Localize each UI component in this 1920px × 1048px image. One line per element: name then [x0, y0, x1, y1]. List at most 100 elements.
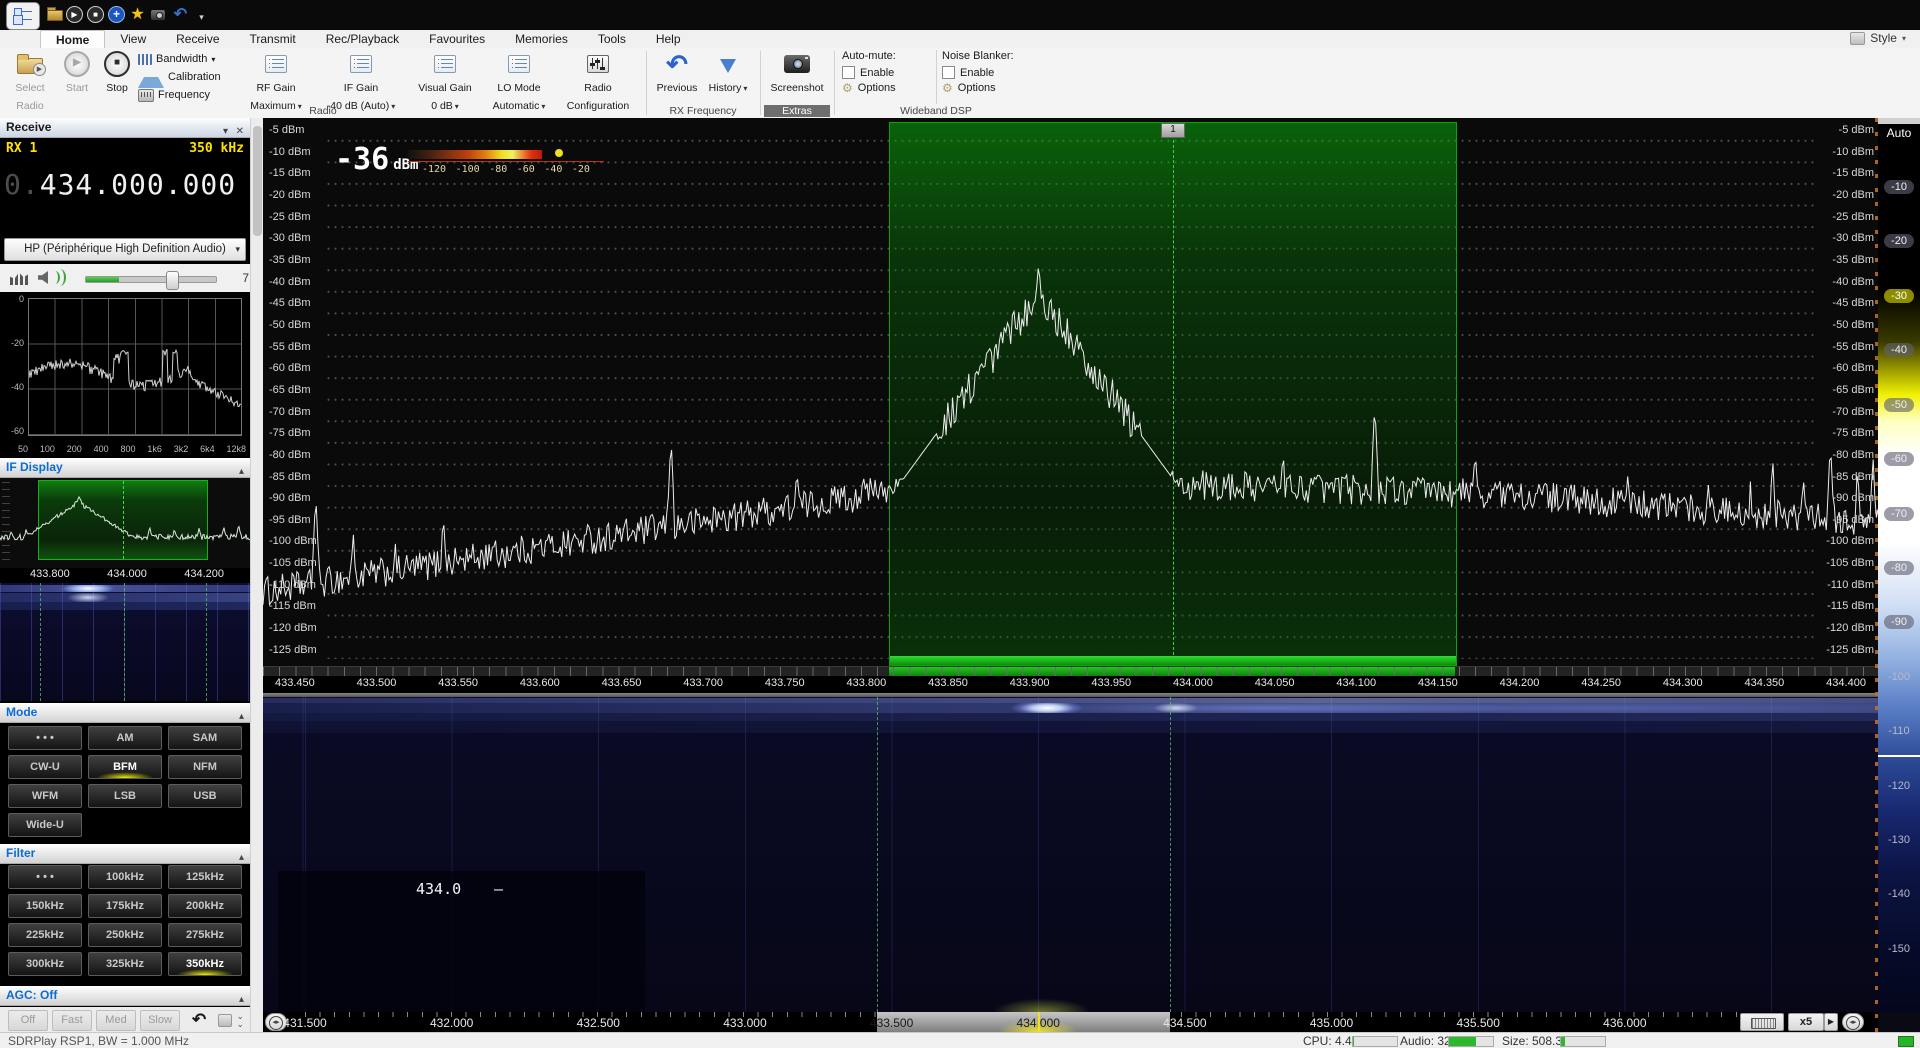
filter-button[interactable]: • • • [8, 865, 82, 889]
scrollbar-thumb[interactable] [253, 126, 262, 236]
left-panel-scrollbar[interactable] [250, 118, 263, 1032]
scale-label[interactable]: -40 [1884, 343, 1914, 357]
agc-button[interactable]: Slow [140, 1010, 180, 1031]
mode-button[interactable]: • • • [8, 726, 82, 750]
menu-tab[interactable]: Tools [583, 30, 641, 48]
auto-mute-options-button[interactable]: ⚙Options [842, 82, 932, 94]
if-waterfall[interactable] [0, 583, 250, 701]
filter-button[interactable]: 300kHz [8, 952, 82, 976]
scale-label[interactable]: -140 [1884, 887, 1914, 901]
scale-label[interactable]: -60 [1884, 452, 1914, 466]
screenshot-button[interactable]: Screenshot [766, 50, 828, 102]
zoom-level-button[interactable]: x5 [1788, 1013, 1824, 1031]
style-selector[interactable]: Style ▾ [1850, 31, 1906, 45]
undo-icon[interactable]: ↶ [172, 6, 189, 23]
scale-label[interactable]: -120 [1884, 779, 1914, 793]
agc-button[interactable]: Med [96, 1010, 136, 1031]
mode-button[interactable]: AM [88, 726, 162, 750]
auto-mute-enable-checkbox[interactable]: Enable [842, 66, 932, 79]
main-spectrum[interactable]: 1 -5 dBm-10 dBm-15 dBm-20 dBm-25 dBm-30 … [263, 118, 1878, 666]
filter-button[interactable]: 200kHz [168, 894, 242, 918]
menu-tab[interactable]: Rec/Playback [311, 30, 414, 48]
volume-slider-thumb[interactable] [166, 271, 179, 290]
filter-button[interactable]: 275kHz [168, 923, 242, 947]
stop-button[interactable]: ■ Stop [98, 50, 136, 102]
noise-blanker-enable-checkbox[interactable]: Enable [942, 66, 1034, 79]
scale-label[interactable]: -80 [1884, 561, 1914, 575]
visual-gain-button[interactable]: Visual Gain 0 dB▾ [408, 50, 482, 102]
add-icon[interactable]: + [108, 6, 125, 23]
menu-tab[interactable]: Help [641, 30, 696, 48]
mode-button[interactable]: WFM [8, 784, 82, 808]
camera-icon[interactable] [150, 6, 167, 23]
app-menu-button[interactable] [6, 2, 40, 30]
mode-button[interactable]: LSB [88, 784, 162, 808]
if-spectrum[interactable] [0, 478, 250, 568]
mode-button[interactable]: CW-U [8, 755, 82, 779]
mode-button[interactable]: Wide-U [8, 813, 82, 837]
lo-mode-button[interactable]: LO Mode Automatic▾ [484, 50, 554, 102]
agc-button[interactable]: Off [8, 1010, 48, 1031]
scale-label[interactable]: -130 [1884, 833, 1914, 847]
menu-tab[interactable]: Home [40, 30, 105, 50]
previous-button[interactable]: ↶ Previous [652, 50, 702, 102]
scale-label[interactable]: -70 [1884, 507, 1914, 521]
frequency-digits[interactable]: 0.434.000.000 [4, 168, 236, 201]
auto-scale-label[interactable]: Auto [1878, 124, 1920, 142]
scroll-right-button[interactable]: ◂▸ [1842, 1013, 1864, 1031]
keyboard-entry-button[interactable] [1740, 1013, 1784, 1031]
filter-button[interactable]: 175kHz [88, 894, 162, 918]
mode-button[interactable]: BFM [88, 755, 162, 779]
noise-blanker-options-button[interactable]: ⚙Options [942, 82, 1034, 94]
history-button[interactable]: History▾ [704, 50, 752, 102]
rf-gain-button[interactable]: RF Gain Maximum▾ [238, 50, 314, 102]
radio-configuration-button[interactable]: Radio Configuration [556, 50, 640, 102]
filter-button[interactable]: 150kHz [8, 894, 82, 918]
frequency-button[interactable]: Frequency [138, 87, 210, 103]
if-gain-button[interactable]: IF Gain -40 dB (Auto)▾ [316, 50, 406, 102]
quick-access-more-icon[interactable]: ▾ [193, 9, 210, 26]
speaker-icon[interactable] [38, 271, 48, 284]
quick-start-icon[interactable]: ▶ [66, 6, 83, 23]
scale-slider-line[interactable] [1878, 755, 1920, 757]
mode-button[interactable]: NFM [168, 755, 242, 779]
mode-button[interactable]: SAM [168, 726, 242, 750]
scale-label[interactable]: -10 [1884, 180, 1914, 194]
chevron-down-icon[interactable]: ⌄⌄ [236, 1012, 244, 1028]
scale-label[interactable]: -110 [1884, 724, 1914, 738]
undo-arrow-icon[interactable]: ↶ [192, 1010, 206, 1030]
frequency-display[interactable]: RX 1 350 kHz 0.434.000.000 [0, 138, 250, 234]
menu-tab[interactable]: Memories [500, 30, 583, 48]
filter-button[interactable]: 225kHz [8, 923, 82, 947]
select-radio-button[interactable]: ▶ Select Radio [6, 50, 54, 102]
filter-button[interactable]: 125kHz [168, 865, 242, 889]
palette-marker-dot[interactable] [555, 149, 563, 157]
menu-tab[interactable]: Favourites [414, 30, 500, 48]
scale-label[interactable]: -30 [1884, 289, 1914, 303]
start-button[interactable]: ▶ Start [58, 50, 96, 102]
bandwidth-button[interactable]: Bandwidth▾ [138, 51, 215, 67]
menu-tab[interactable]: View [105, 30, 161, 48]
scale-label[interactable]: -20 [1884, 234, 1914, 248]
image-icon[interactable] [218, 1014, 232, 1027]
favourite-icon[interactable]: ★ [129, 6, 146, 23]
filter-button[interactable]: 100kHz [88, 865, 162, 889]
scale-label[interactable]: -90 [1884, 615, 1914, 629]
filter-button[interactable]: 250kHz [88, 923, 162, 947]
filter-button[interactable]: 325kHz [88, 952, 162, 976]
filter-button[interactable]: 350kHz [168, 952, 242, 976]
audio-device-select[interactable]: HP (Périphérique High Definition Audio)▾ [4, 238, 246, 261]
equalizer-icon[interactable] [10, 271, 28, 285]
scale-label[interactable]: -50 [1884, 398, 1914, 412]
zoom-arrow-button[interactable]: ▶ [1824, 1013, 1838, 1031]
mode-button[interactable]: USB [168, 784, 242, 808]
scale-label[interactable]: -100 [1884, 670, 1914, 684]
open-file-icon[interactable] [46, 6, 63, 23]
collapse-icon[interactable]: ▴ [239, 707, 244, 726]
frequency-navigator[interactable]: 431.500432.000432.500433.000433.500434.0… [263, 1012, 1878, 1032]
wideband-waterfall[interactable]: 434.0 — Freq:433.940.075 MHz Span:±500 k… [263, 697, 1878, 1012]
calibration-button[interactable]: Calibration [138, 69, 221, 85]
volume-slider[interactable] [85, 276, 217, 283]
quick-stop-icon[interactable]: ■ [87, 6, 104, 23]
menu-tab[interactable]: Receive [161, 30, 234, 48]
